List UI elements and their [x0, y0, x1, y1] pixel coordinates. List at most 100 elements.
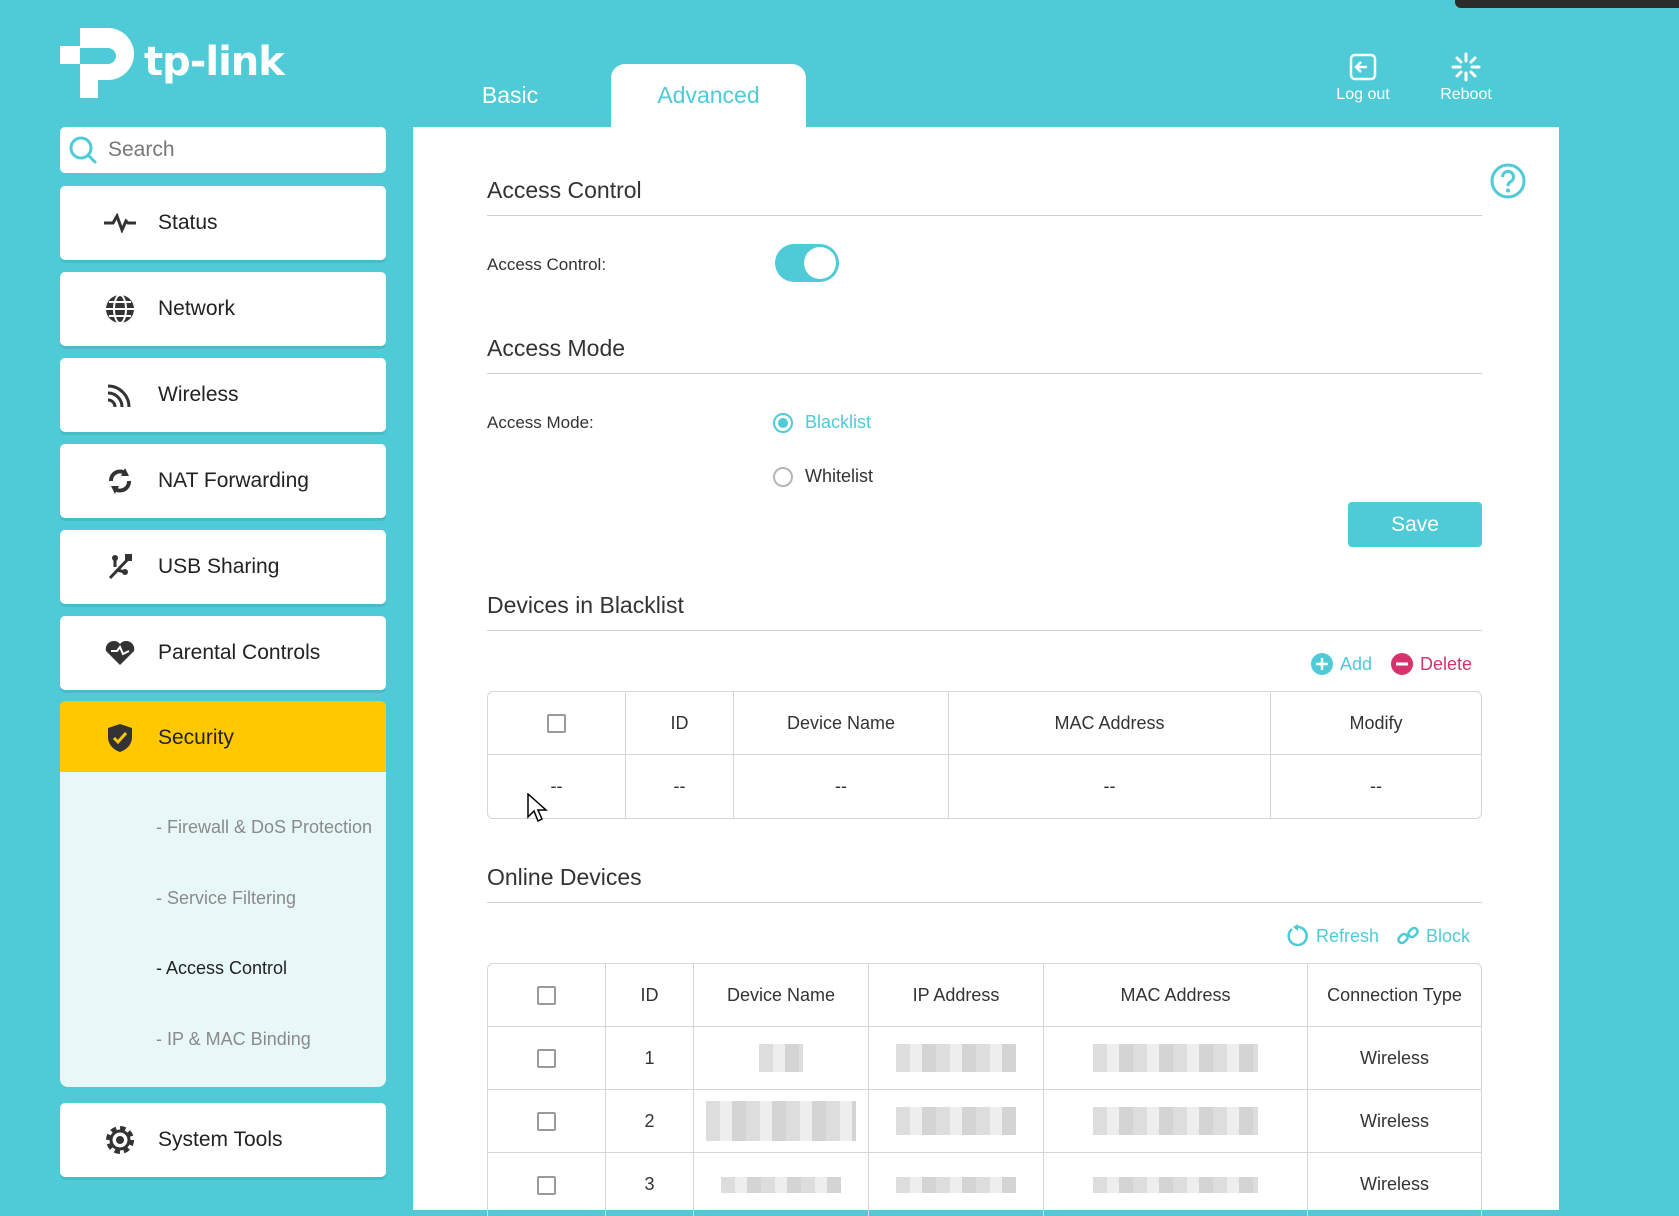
globe-icon — [102, 291, 138, 327]
redacted-block — [1093, 1107, 1258, 1135]
add-icon — [1311, 653, 1333, 675]
usb-icon — [102, 549, 138, 585]
radio-blacklist[interactable]: Blacklist — [773, 412, 871, 433]
shield-icon — [102, 720, 138, 756]
table-row[interactable]: 3 Wireless — [488, 1153, 1481, 1216]
radio-whitelist[interactable]: Whitelist — [773, 466, 873, 487]
select-all-cell — [488, 964, 606, 1027]
submenu-item-ip-mac-binding[interactable]: - IP & MAC Binding — [156, 1029, 311, 1050]
mac-address-redacted — [1044, 1090, 1308, 1153]
tab-basic[interactable]: Basic — [445, 64, 575, 127]
logout-icon — [1349, 53, 1377, 81]
table-row[interactable]: 1 Wireless — [488, 1027, 1481, 1090]
divider — [487, 215, 1482, 216]
ip-address-redacted — [869, 1090, 1044, 1153]
section-title-online-devices: Online Devices — [487, 864, 642, 890]
device-name-redacted — [694, 1153, 869, 1216]
reboot-label: Reboot — [1440, 86, 1492, 103]
logout-button[interactable]: Log out — [1318, 52, 1408, 104]
select-all-checkbox[interactable] — [537, 986, 556, 1006]
sidebar-item-label: Parental Controls — [158, 641, 321, 664]
cycle-icon — [102, 463, 138, 499]
column-header: ID — [626, 692, 734, 755]
delete-button[interactable]: Delete — [1390, 652, 1472, 676]
tab-advanced[interactable]: Advanced — [611, 64, 806, 127]
divider — [487, 373, 1482, 374]
radio-button — [773, 466, 793, 487]
sidebar-item-usb-sharing[interactable]: USB Sharing — [60, 530, 386, 604]
search-box — [60, 127, 386, 173]
tp-link-logo: tp-link — [60, 24, 285, 100]
row-checkbox[interactable] — [537, 1112, 556, 1132]
sidebar-item-parental-controls[interactable]: Parental Controls — [60, 616, 386, 690]
sidebar-item-label: Security — [158, 726, 234, 749]
add-button[interactable]: Add — [1310, 652, 1372, 676]
empty-cell: -- — [949, 755, 1271, 818]
access-control-toggle[interactable] — [775, 244, 839, 282]
sidebar-item-wireless[interactable]: Wireless — [60, 358, 386, 432]
redacted-block — [706, 1101, 856, 1141]
sidebar-item-label: USB Sharing — [158, 555, 280, 578]
search-icon — [69, 136, 97, 164]
empty-cell: -- — [734, 755, 949, 818]
search-input[interactable] — [106, 137, 360, 163]
row-checkbox-cell — [488, 1153, 606, 1216]
sidebar-item-network[interactable]: Network — [60, 272, 386, 346]
device-name-redacted — [694, 1027, 869, 1090]
radio-label-blacklist: Blacklist — [805, 412, 872, 432]
table-header-row: ID Device Name IP Address MAC Address Co… — [488, 964, 1481, 1027]
section-title-access-control: Access Control — [487, 177, 642, 203]
submenu-item-access-control[interactable]: - Access Control — [156, 958, 287, 979]
column-header: Modify — [1271, 692, 1481, 755]
sidebar-item-system-tools[interactable]: System Tools — [60, 1103, 386, 1177]
online-devices-table: ID Device Name IP Address MAC Address Co… — [487, 963, 1482, 1216]
gear-icon — [102, 1122, 138, 1158]
redacted-block — [721, 1177, 841, 1194]
select-all-checkbox[interactable] — [547, 714, 566, 734]
device-id: 1 — [606, 1027, 694, 1090]
sidebar-item-security[interactable]: Security — [60, 701, 386, 775]
tp-link-logo-icon — [60, 24, 138, 100]
table-header-row: ID Device Name MAC Address Modify — [488, 692, 1481, 755]
sidebar-item-nat-forwarding[interactable]: NAT Forwarding — [60, 444, 386, 518]
sidebar-item-label: NAT Forwarding — [158, 469, 309, 492]
help-icon[interactable] — [1490, 163, 1526, 199]
redacted-block — [759, 1044, 803, 1072]
submenu-item-service-filtering[interactable]: - Service Filtering — [156, 888, 296, 909]
column-header: Device Name — [734, 692, 949, 755]
redacted-block — [1093, 1044, 1258, 1072]
save-button[interactable]: Save — [1348, 502, 1482, 547]
link-icon — [1397, 926, 1419, 945]
connection-type: Wireless — [1308, 1027, 1481, 1090]
block-button[interactable]: Block — [1396, 924, 1470, 948]
ip-address-redacted — [869, 1153, 1044, 1216]
submenu-item-firewall[interactable]: - Firewall & DoS Protection — [156, 817, 372, 838]
table-row[interactable]: 2 Wireless — [488, 1090, 1481, 1153]
access-control-label: Access Control: — [487, 255, 607, 274]
table-row: -- -- -- -- -- — [488, 755, 1481, 818]
column-header: Device Name — [694, 964, 869, 1027]
row-checkbox-cell — [488, 1090, 606, 1153]
redacted-block — [896, 1107, 1016, 1135]
ip-address-redacted — [869, 1027, 1044, 1090]
reboot-button[interactable]: Reboot — [1421, 52, 1511, 104]
connection-type: Wireless — [1308, 1090, 1481, 1153]
reboot-icon — [1451, 52, 1481, 82]
block-label: Block — [1426, 925, 1471, 946]
column-header: ID — [606, 964, 694, 1027]
mouse-cursor-icon — [527, 793, 548, 823]
column-header: Connection Type — [1308, 964, 1481, 1027]
logout-label: Log out — [1336, 86, 1390, 103]
column-header: MAC Address — [1044, 964, 1308, 1027]
sidebar-item-status[interactable]: Status — [60, 186, 386, 260]
column-header: IP Address — [869, 964, 1044, 1027]
delete-icon — [1391, 653, 1413, 675]
row-checkbox[interactable] — [537, 1049, 556, 1069]
refresh-button[interactable]: Refresh — [1286, 924, 1379, 948]
row-checkbox[interactable] — [537, 1175, 556, 1195]
row-checkbox-cell — [488, 1027, 606, 1090]
sidebar-item-label: Wireless — [158, 383, 239, 406]
sidebar-item-label: Status — [158, 211, 218, 234]
toggle-knob — [804, 247, 836, 279]
section-title-access-mode: Access Mode — [487, 335, 626, 361]
